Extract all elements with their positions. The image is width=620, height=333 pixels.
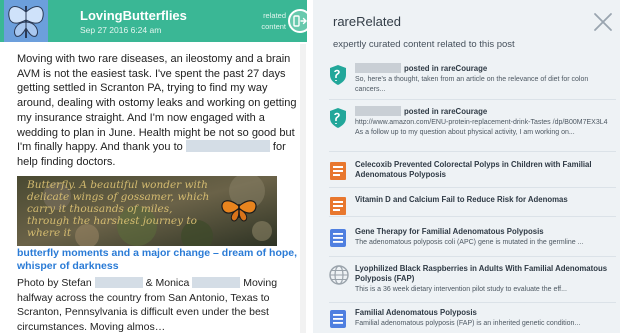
post-body-continued: Photo by Stefan & Monica Moving halfway … — [17, 276, 299, 333]
close-icon — [594, 13, 612, 31]
image-quote: Butterfly. A beautiful wonder with delic… — [27, 179, 210, 239]
related-item-snippet: http://www.amazon.com/ENU-protein-replac… — [355, 119, 608, 136]
globe-icon — [329, 265, 355, 291]
redacted-username — [185, 140, 270, 153]
related-item-title: Gene Therapy for Familial Adenomatous Po… — [355, 227, 544, 236]
author-name[interactable]: LovingButterflies — [80, 8, 187, 23]
research-icon — [329, 196, 355, 222]
related-item-title: Vitamin D and Calcium Fail to Reduce Ris… — [355, 195, 568, 204]
related-item-snippet: So, here's a thought, taken from an arti… — [355, 76, 589, 93]
photo-credit-text: Photo by Stefan — [17, 277, 92, 289]
related-item[interactable]: Vitamin D and Calcium Fail to Reduce Ris… — [329, 195, 616, 222]
divider — [329, 187, 616, 188]
document-icon — [329, 309, 355, 333]
divider — [329, 151, 616, 152]
related-item-snippet: This is a 36 week dietary intervention p… — [355, 286, 567, 293]
community-icon — [329, 64, 355, 90]
redacted-username — [355, 63, 401, 73]
related-item[interactable]: Gene Therapy for Familial Adenomatous Po… — [329, 227, 616, 254]
redacted-name — [94, 277, 143, 288]
post-card: LovingButterflies Sep 27 2016 6:24 am re… — [0, 0, 307, 333]
close-button[interactable] — [592, 11, 614, 33]
redacted-name-2 — [192, 277, 241, 288]
related-item-title: Lyophilized Black Raspberries in Adults … — [355, 264, 608, 283]
community-icon — [329, 107, 355, 133]
related-item-title: posted in rareCourage — [404, 64, 488, 73]
photo-credit-text-2: & Monica — [145, 277, 190, 289]
related-panel: rareRelated expertly curated content rel… — [313, 0, 620, 333]
related-item-snippet: The adenomatous polyposis coli (APC) gen… — [355, 239, 584, 246]
related-item-title: posted in rareCourage — [404, 107, 488, 116]
post-scrollbar[interactable] — [300, 44, 306, 333]
related-item-title: Celecoxib Prevented Colorectal Polyps in… — [355, 160, 592, 179]
related-item[interactable]: posted in rareCourage So, here's a thoug… — [329, 63, 616, 95]
divider — [329, 216, 616, 217]
panel-subtitle: expertly curated content related to this… — [333, 39, 515, 50]
avatar[interactable] — [4, 0, 48, 42]
butterfly-avatar-icon — [4, 0, 48, 42]
post-body-text: Moving with two rare diseases, an ileost… — [17, 53, 297, 154]
related-item-title: Familial Adenomatous Polyposis — [355, 308, 477, 317]
panel-title: rareRelated — [333, 14, 401, 29]
panel-toggle-icon — [293, 15, 307, 27]
linked-post-title[interactable]: butterfly moments and a major change – d… — [17, 247, 299, 273]
related-item-snippet: Familial adenomatous polyposis (FAP) is … — [355, 320, 581, 327]
divider — [329, 302, 616, 303]
related-item[interactable]: Celecoxib Prevented Colorectal Polyps in… — [329, 160, 616, 187]
document-icon — [329, 228, 355, 254]
divider — [329, 256, 616, 257]
related-item[interactable]: Familial Adenomatous Polyposis Familial … — [329, 308, 616, 333]
post-body: Moving with two rare diseases, an ileost… — [17, 52, 299, 170]
related-content-tab[interactable]: related content — [252, 10, 286, 32]
related-item[interactable]: posted in rareCourage http://www.amazon.… — [329, 106, 616, 138]
post-image[interactable]: Butterfly. A beautiful wonder with delic… — [17, 176, 277, 246]
research-icon — [329, 161, 355, 187]
redacted-username — [355, 106, 401, 116]
post-header: LovingButterflies Sep 27 2016 6:24 am re… — [0, 0, 307, 42]
related-toggle-button[interactable] — [288, 9, 307, 33]
post-date: Sep 27 2016 6:24 am — [80, 25, 162, 35]
divider — [329, 99, 616, 100]
related-item[interactable]: Lyophilized Black Raspberries in Adults … — [329, 264, 616, 295]
